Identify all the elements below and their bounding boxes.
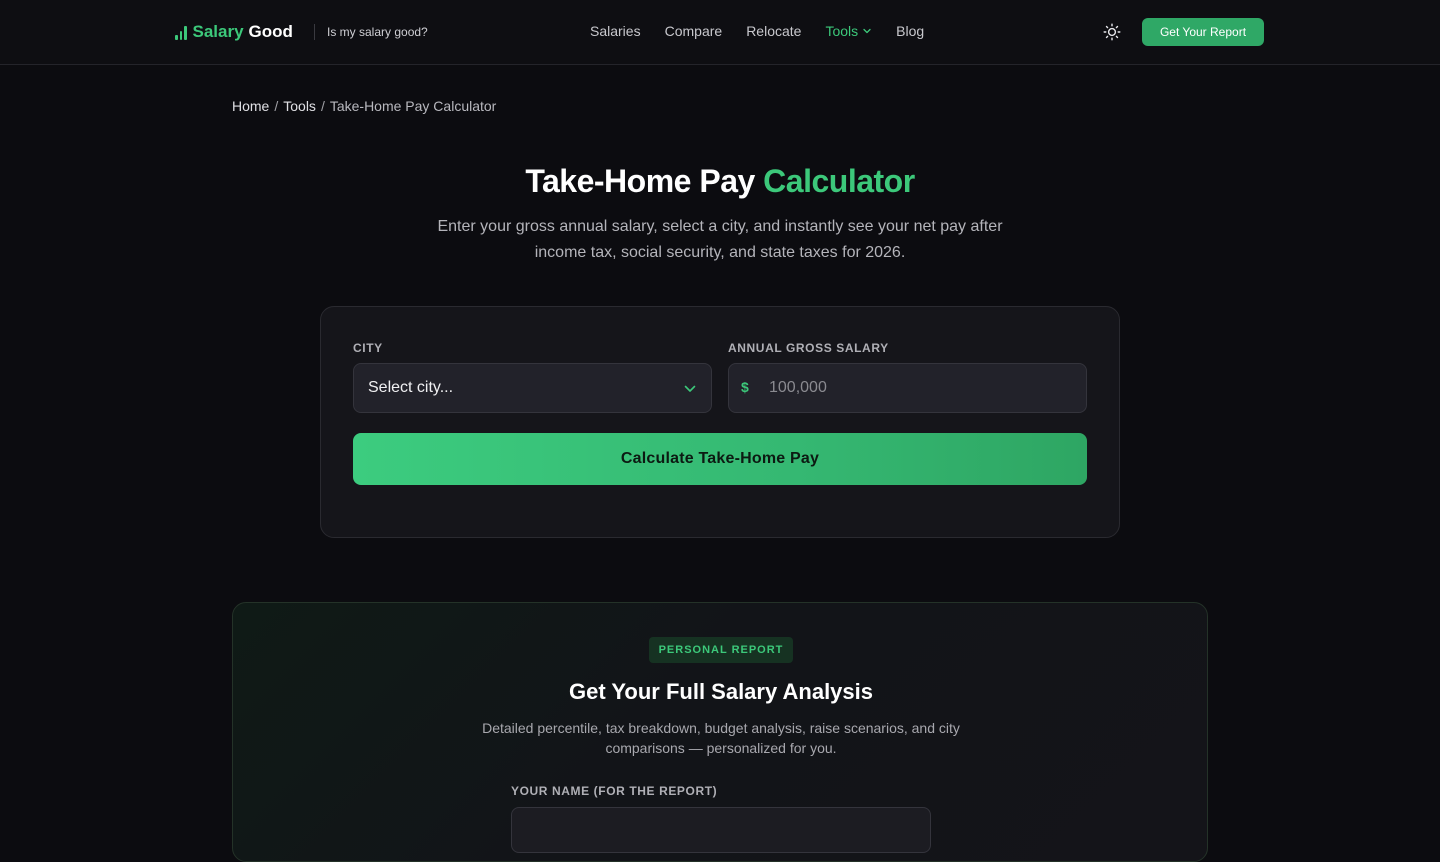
calculator-card: CITY Select city... ANNUAL GROSS SALARY … xyxy=(320,306,1120,538)
breadcrumb-separator: / xyxy=(274,98,279,114)
logo-word-salary: Salary xyxy=(192,22,244,41)
nav-tools[interactable]: Tools xyxy=(825,23,872,39)
chevron-down-icon xyxy=(684,385,696,392)
city-label: CITY xyxy=(353,341,383,355)
logo-word-good: Good xyxy=(248,22,293,41)
salary-field: $ xyxy=(728,363,1087,413)
page-title: Take-Home Pay Calculator xyxy=(0,163,1440,200)
salary-input[interactable] xyxy=(769,364,1069,412)
page-title-main: Take-Home Pay xyxy=(525,163,755,199)
report-description: Detailed percentile, tax breakdown, budg… xyxy=(482,720,960,756)
chevron-down-icon xyxy=(863,28,871,34)
salary-label: ANNUAL GROSS SALARY xyxy=(728,341,889,355)
bar-chart-icon xyxy=(175,26,187,40)
logo[interactable]: Salary Good xyxy=(175,22,293,42)
nav-tools-label: Tools xyxy=(825,23,859,39)
personal-report-badge: PERSONAL REPORT xyxy=(649,637,793,663)
breadcrumb-separator: / xyxy=(320,98,325,114)
name-input[interactable] xyxy=(511,807,931,853)
report-title: Get Your Full Salary Analysis xyxy=(568,679,874,704)
site-header: Salary Good Is my salary good? Salaries … xyxy=(0,0,1440,65)
nav-compare[interactable]: Compare xyxy=(665,23,723,39)
main-nav: Salaries Compare Relocate Tools Blog xyxy=(590,23,924,39)
city-select-value: Select city... xyxy=(368,379,454,396)
theme-toggle[interactable] xyxy=(1102,22,1122,42)
city-select[interactable]: Select city... xyxy=(353,363,712,413)
currency-symbol: $ xyxy=(741,379,749,395)
tagline: Is my salary good? xyxy=(327,25,428,39)
calculate-button[interactable]: Calculate Take-Home Pay xyxy=(353,433,1087,485)
page-title-accent: Calculator xyxy=(763,163,915,199)
breadcrumb-home[interactable]: Home xyxy=(232,98,269,114)
report-card: PERSONAL REPORT Get Your Full Salary Ana… xyxy=(232,602,1208,862)
nav-relocate[interactable]: Relocate xyxy=(746,23,801,39)
nav-salaries[interactable]: Salaries xyxy=(590,23,641,39)
name-label: YOUR NAME (FOR THE REPORT) xyxy=(511,784,718,798)
breadcrumb-tools[interactable]: Tools xyxy=(283,98,316,114)
page-subtitle: Enter your gross annual salary, select a… xyxy=(437,218,1003,261)
get-report-button[interactable]: Get Your Report xyxy=(1142,18,1264,46)
breadcrumb-current: Take-Home Pay Calculator xyxy=(329,98,497,114)
header-divider xyxy=(314,24,315,40)
sun-icon xyxy=(1103,23,1121,41)
nav-blog[interactable]: Blog xyxy=(896,23,924,39)
breadcrumb: Home / Tools / Take-Home Pay Calculator xyxy=(232,98,496,114)
